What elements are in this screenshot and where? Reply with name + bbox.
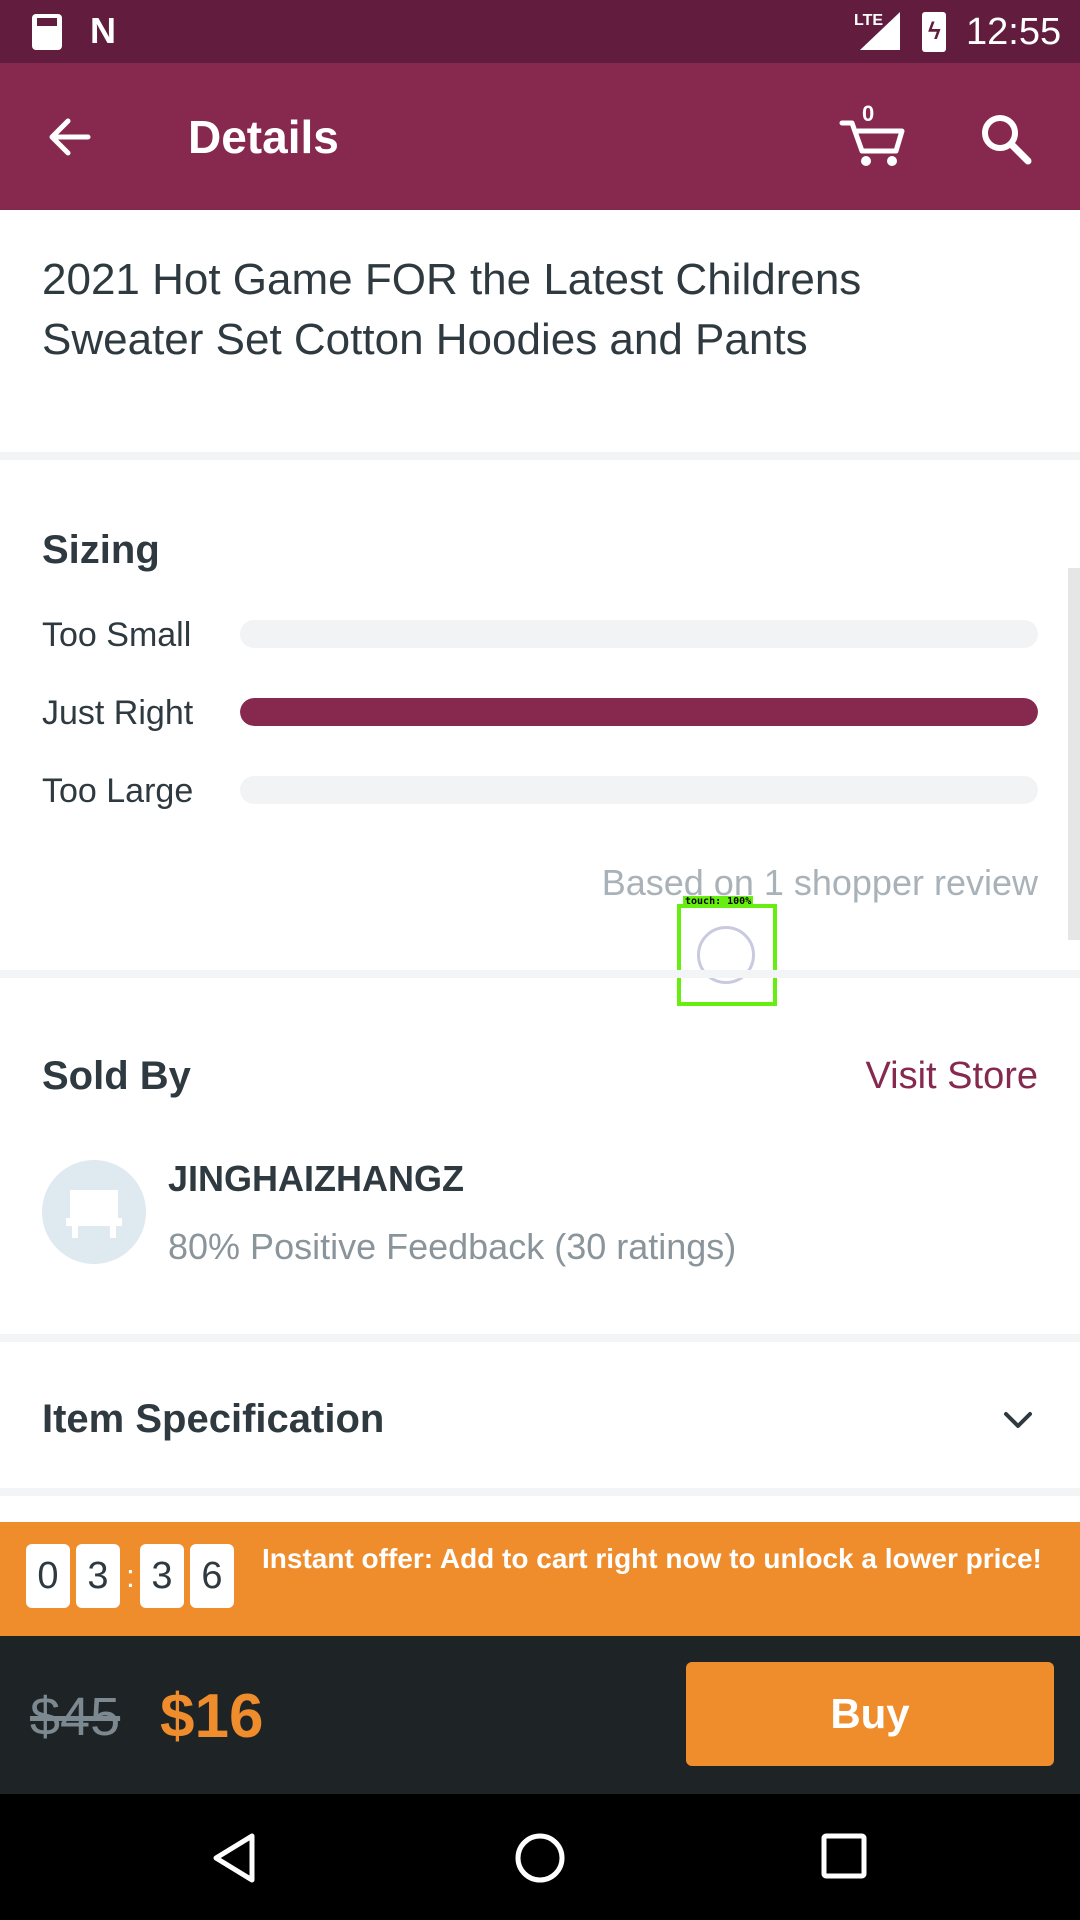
store-icon xyxy=(66,1190,122,1238)
sold-by-heading: Sold By xyxy=(42,1054,191,1098)
timer-digit: 3 xyxy=(140,1544,184,1608)
size-bar-too-large xyxy=(240,776,1038,804)
store-feedback: 80% Positive Feedback (30 ratings) xyxy=(168,1226,737,1267)
timer-digit: 6 xyxy=(190,1544,234,1608)
chevron-down-icon[interactable] xyxy=(1000,1402,1036,1438)
timer-separator: : xyxy=(126,1558,135,1594)
touch-indicator-label: touch: 100% xyxy=(683,896,754,908)
review-count-note: Based on 1 shopper review xyxy=(601,862,1038,903)
store-name[interactable]: JINGHAIZHANGZ xyxy=(168,1158,464,1200)
status-bar: N LTE ϟ 12:55 xyxy=(0,0,1080,63)
original-price: $45 xyxy=(30,1687,121,1747)
visit-store-link[interactable]: Visit Store xyxy=(866,1053,1038,1099)
size-label-too-large: Too Large xyxy=(42,772,194,810)
battery-charging-icon: ϟ xyxy=(922,12,946,52)
product-title: 2021 Hot Game FOR the Latest Childrens S… xyxy=(42,255,862,364)
n-logo-icon: N xyxy=(90,10,116,51)
size-bar-fill xyxy=(240,698,1038,726)
sizing-heading: Sizing xyxy=(42,528,160,572)
size-bar-too-small xyxy=(240,620,1038,648)
scrollbar[interactable] xyxy=(1068,568,1080,940)
timer-digit: 3 xyxy=(76,1544,120,1608)
store-avatar[interactable] xyxy=(42,1160,146,1264)
sd-card-icon xyxy=(32,14,62,50)
section-divider xyxy=(0,1334,1080,1342)
touch-indicator: touch: 100% xyxy=(677,896,777,1006)
size-bar-just-right xyxy=(240,698,1038,726)
app-bar: Details 0 xyxy=(0,63,1080,210)
nav-recents-icon[interactable] xyxy=(818,1830,870,1882)
search-icon[interactable] xyxy=(976,109,1034,167)
nav-home-icon[interactable] xyxy=(512,1830,568,1886)
instant-offer-banner[interactable]: 0 3 : 3 6 Instant offer: Add to cart rig… xyxy=(0,1522,1080,1636)
clock: 12:55 xyxy=(966,11,1062,53)
timer-digit: 0 xyxy=(26,1544,70,1608)
current-price: $16 xyxy=(160,1682,264,1751)
system-nav-bar xyxy=(0,1794,1080,1920)
back-arrow-icon[interactable] xyxy=(40,107,100,167)
section-divider xyxy=(0,970,1080,978)
size-label-too-small: Too Small xyxy=(42,616,192,654)
section-divider xyxy=(0,452,1080,460)
nav-back-icon[interactable] xyxy=(208,1830,260,1886)
page-title: Details xyxy=(188,111,339,163)
item-spec-heading[interactable]: Item Specification xyxy=(42,1395,384,1443)
section-divider xyxy=(0,1488,1080,1496)
size-label-just-right: Just Right xyxy=(42,694,194,732)
price-bar: $45 $16 Buy xyxy=(0,1636,1080,1794)
buy-button[interactable]: Buy xyxy=(686,1662,1054,1766)
network-type: LTE xyxy=(854,12,884,29)
cart-count-badge: 0 xyxy=(862,101,875,126)
offer-text: Instant offer: Add to cart right now to … xyxy=(262,1543,1042,1574)
